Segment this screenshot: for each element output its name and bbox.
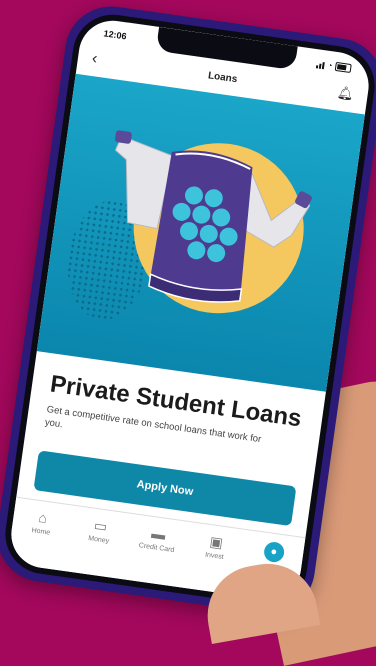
wifi-icon: ◔ <box>326 60 333 71</box>
tab-home[interactable]: ⌂ Home <box>16 506 69 539</box>
battery-icon <box>334 61 352 74</box>
hero-banner <box>36 73 365 392</box>
varsity-jacket-illustration <box>114 130 312 303</box>
loans-icon: ● <box>262 540 286 564</box>
tab-label: Home <box>31 527 51 537</box>
status-time: 12:06 <box>102 28 128 42</box>
phone: 12:06 ◔ ‹ Loans 🔔︎ Private Student Loans… <box>0 0 376 620</box>
tab-invest[interactable]: ▣ Invest <box>189 531 242 564</box>
tab-label: Credit Card <box>138 542 175 555</box>
home-icon: ⌂ <box>37 509 49 527</box>
status-icons: ◔ <box>316 59 352 74</box>
tab-money[interactable]: ▭ Money <box>73 514 126 547</box>
tab-label: Money <box>87 535 110 545</box>
tab-credit-card[interactable]: ▬ Credit Card <box>131 522 184 555</box>
signal-icon <box>316 61 325 70</box>
bell-icon[interactable]: 🔔︎ <box>336 84 354 102</box>
invest-icon: ▣ <box>208 533 224 551</box>
tab-label: Invest <box>204 551 225 562</box>
money-icon: ▭ <box>93 516 109 535</box>
credit-card-icon: ▬ <box>150 524 167 543</box>
